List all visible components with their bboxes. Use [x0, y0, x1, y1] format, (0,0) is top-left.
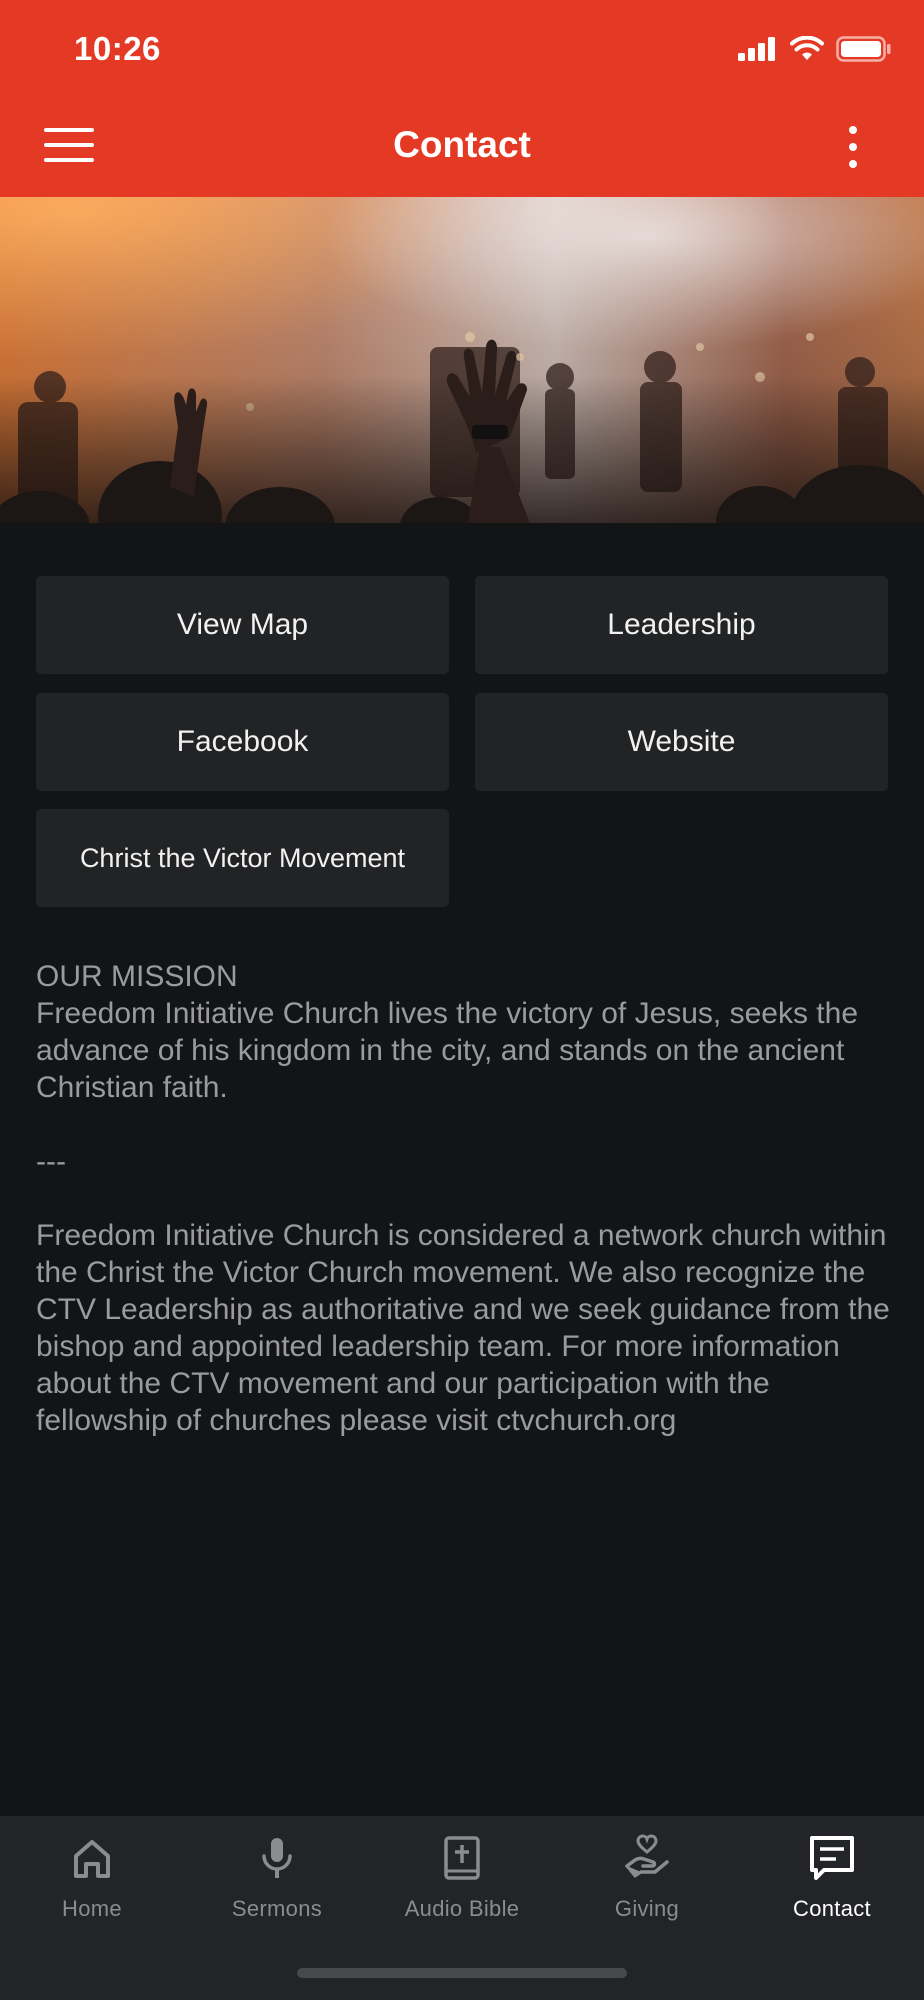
mission-divider: --- [36, 1145, 66, 1178]
contact-screen: 10:26 Contact View Map Leadership Facebo… [0, 0, 924, 2000]
website-button[interactable]: Website [475, 693, 888, 791]
tab-home[interactable]: Home [0, 1816, 184, 1946]
facebook-button[interactable]: Facebook [36, 693, 449, 791]
status-time: 10:26 [74, 30, 161, 67]
tab-giving[interactable]: Giving [555, 1816, 739, 1946]
view-map-button[interactable]: View Map [36, 576, 449, 674]
status-icons [738, 36, 892, 62]
mission-section: OUR MISSION Freedom Initiative Church li… [36, 958, 896, 1439]
more-options-button[interactable] [838, 122, 868, 172]
home-icon [74, 1840, 110, 1878]
app-header: 10:26 Contact [0, 0, 924, 197]
bible-icon [444, 1836, 480, 1880]
tab-giving-label: Giving [614, 1896, 680, 1921]
tab-contact-label: Contact [793, 1896, 871, 1921]
giving-hand-icon [625, 1834, 669, 1878]
home-indicator [297, 1968, 627, 1978]
tab-home-label: Home [62, 1896, 122, 1921]
battery-icon [836, 36, 891, 62]
mission-heading: OUR MISSION [36, 960, 238, 993]
ctv-movement-button[interactable]: Christ the Victor Movement [36, 809, 449, 907]
leadership-button[interactable]: Leadership [475, 576, 888, 674]
cellular-signal-icon [738, 37, 775, 61]
wifi-icon [790, 36, 824, 60]
tab-audio-bible[interactable]: Audio Bible [370, 1816, 554, 1946]
tab-audio-bible-label: Audio Bible [404, 1896, 520, 1921]
mission-statement: Freedom Initiative Church lives the vict… [36, 997, 859, 1104]
hero-image [0, 197, 924, 523]
message-icon [810, 1836, 854, 1880]
microphone-icon [262, 1838, 292, 1878]
network-description: Freedom Initiative Church is considered … [36, 1219, 890, 1437]
more-vertical-icon [849, 126, 857, 134]
page-title: Contact [393, 124, 531, 165]
tab-sermons-label: Sermons [231, 1896, 323, 1921]
tab-contact[interactable]: Contact [740, 1816, 924, 1946]
tab-sermons[interactable]: Sermons [185, 1816, 369, 1946]
